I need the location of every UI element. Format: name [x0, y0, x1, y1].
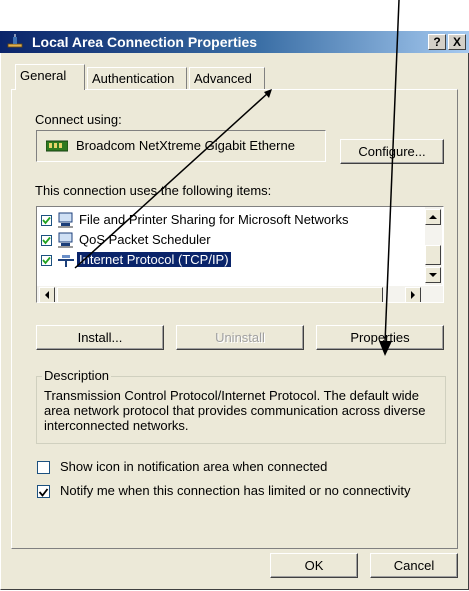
network-adapter-icon — [46, 140, 68, 152]
cancel-button[interactable]: Cancel — [370, 553, 458, 578]
notify-checkbox[interactable] — [37, 485, 50, 498]
network-connection-icon — [7, 34, 23, 48]
configure-button-label: Configure... — [358, 144, 426, 159]
show-icon-label: Show icon in notification area when conn… — [60, 459, 328, 474]
network-service-icon — [58, 212, 73, 228]
tab-advanced-label: Advanced — [194, 71, 252, 86]
description-text: Transmission Control Protocol/Internet P… — [44, 388, 426, 433]
vertical-scroll-thumb[interactable] — [425, 245, 441, 265]
properties-button[interactable]: Properties — [316, 325, 444, 350]
item-label: QoS Packet Scheduler — [79, 232, 211, 247]
scroll-left-button[interactable] — [39, 287, 55, 302]
help-button[interactable]: ? — [428, 34, 446, 50]
arrow-left-icon — [45, 291, 49, 299]
show-icon-checkbox[interactable] — [37, 461, 50, 474]
arrow-right-icon — [411, 291, 415, 299]
scroll-right-button[interactable] — [405, 287, 421, 302]
scroll-up-button[interactable] — [425, 209, 441, 225]
install-button[interactable]: Install... — [36, 325, 164, 350]
arrow-down-icon — [429, 273, 437, 277]
tab-advanced[interactable]: Advanced — [189, 67, 265, 89]
network-service-icon — [58, 232, 73, 248]
tab-authentication[interactable]: Authentication — [87, 67, 187, 89]
uninstall-button-label: Uninstall — [215, 330, 265, 345]
help-icon: ? — [433, 35, 441, 49]
close-icon: X — [452, 35, 461, 49]
list-item[interactable]: QoS Packet Scheduler — [39, 231, 419, 251]
connect-using-label: Connect using: — [35, 112, 122, 127]
configure-button[interactable]: Configure... — [340, 139, 444, 164]
item-checkbox[interactable] — [41, 235, 52, 246]
arrow-up-icon — [429, 215, 437, 219]
notify-label: Notify me when this connection has limit… — [60, 483, 411, 498]
title-bar[interactable]: Local Area Connection Properties ? X — [0, 31, 469, 53]
item-checkbox[interactable] — [41, 215, 52, 226]
properties-button-label: Properties — [350, 330, 410, 345]
protocol-icon — [58, 255, 74, 267]
items-label: This connection uses the following items… — [35, 183, 272, 198]
tab-general[interactable]: General — [15, 64, 85, 90]
install-button-label: Install... — [77, 330, 123, 345]
close-button[interactable]: X — [448, 34, 466, 50]
list-item[interactable]: Internet Protocol (TCP/IP) — [39, 251, 419, 271]
list-item[interactable]: File and Printer Sharing for Microsoft N… — [39, 211, 419, 231]
tab-general-label: General — [20, 68, 67, 83]
scroll-down-button[interactable] — [425, 267, 441, 283]
components-list[interactable]: File and Printer Sharing for Microsoft N… — [36, 206, 444, 303]
ok-button-label: OK — [304, 558, 324, 573]
item-label: File and Printer Sharing for Microsoft N… — [79, 212, 349, 227]
description-legend: Description — [42, 368, 112, 383]
tab-authentication-label: Authentication — [92, 71, 175, 86]
window-title: Local Area Connection Properties — [32, 34, 258, 50]
cancel-button-label: Cancel — [393, 558, 435, 573]
item-label: Internet Protocol (TCP/IP) — [77, 252, 231, 267]
ok-button[interactable]: OK — [270, 553, 358, 578]
item-checkbox[interactable] — [41, 255, 52, 266]
uninstall-button[interactable]: Uninstall — [176, 325, 304, 350]
horizontal-scroll-thumb[interactable] — [57, 287, 383, 302]
adapter-name: Broadcom NetXtreme Gigabit Etherne — [76, 138, 295, 153]
